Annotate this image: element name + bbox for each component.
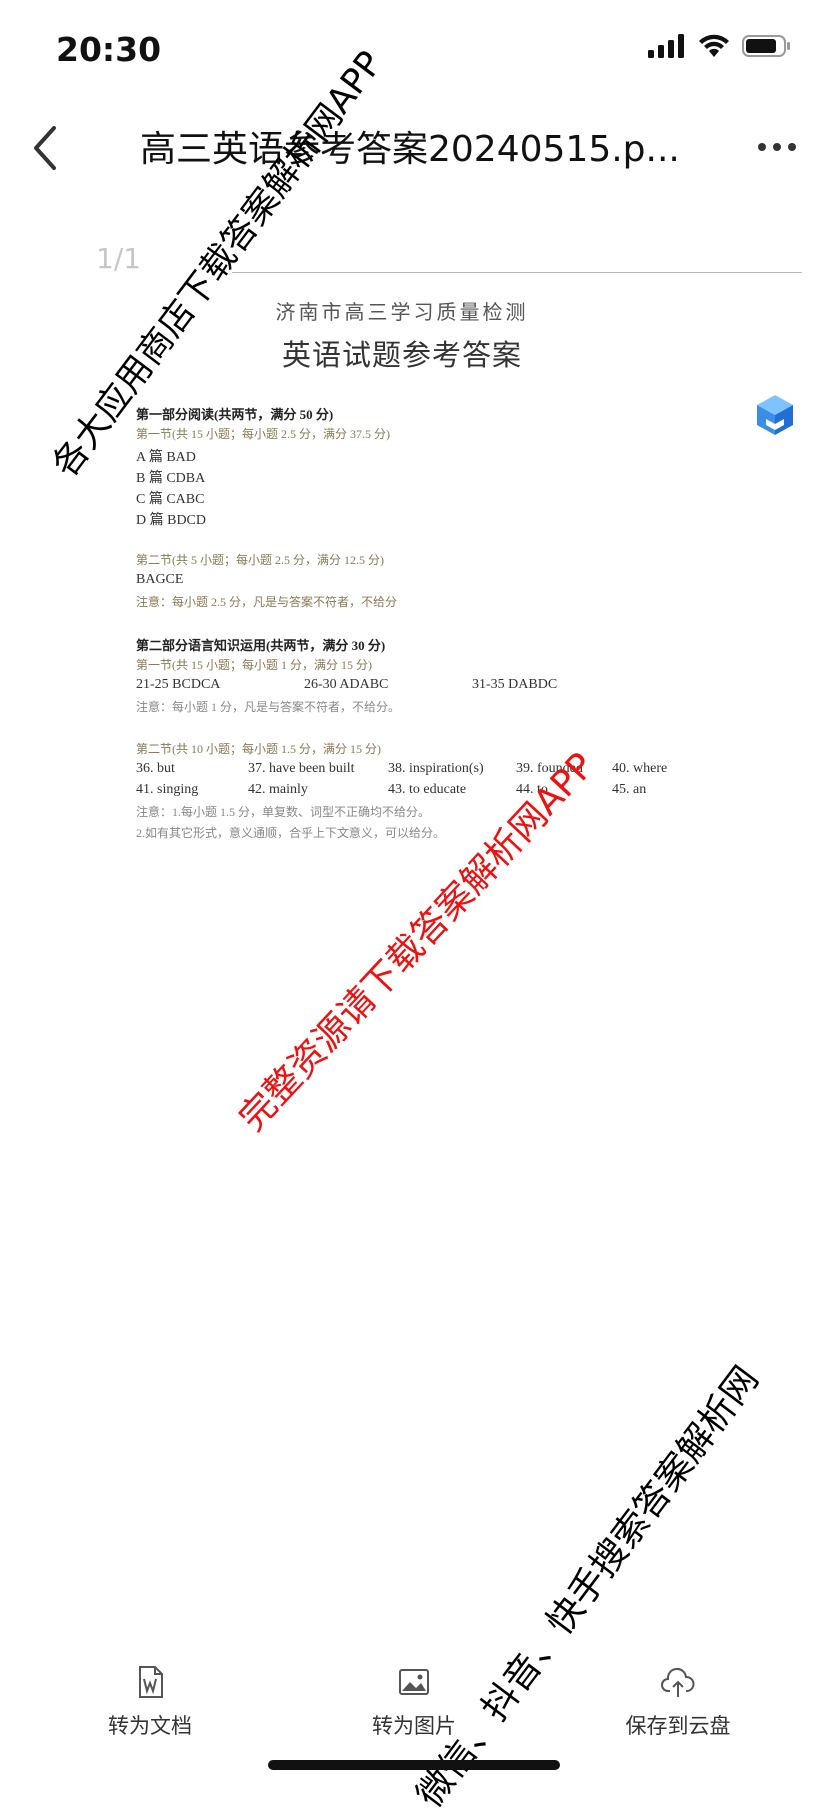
home-indicator[interactable] <box>268 1760 560 1770</box>
answer-line: D 篇 BDCD <box>136 513 207 528</box>
page-indicator: 1/1 <box>96 242 142 275</box>
part1-section2-note: 注意：每小题 2.5 分，凡是与答案不符者，不给分 <box>136 595 398 609</box>
answer-item: 38. inspiration(s) <box>388 761 484 776</box>
convert-to-document-label: 转为文档 <box>108 1714 192 1738</box>
answer-item: 40. where <box>612 761 668 776</box>
word-doc-icon <box>139 1666 163 1698</box>
answer-group: 26-30 ADABC <box>304 677 389 692</box>
status-time: 20:30 <box>56 30 162 69</box>
part2-section2: 第二节(共 10 小题；每小题 1.5 分，满分 15 分) <box>136 742 381 756</box>
save-to-cloud-label: 保存到云盘 <box>625 1714 731 1738</box>
answer-line: C 篇 CABC <box>136 492 205 507</box>
answer-group: 21-25 BCDCA <box>136 677 221 692</box>
save-to-cloud-button[interactable]: 保存到云盘 <box>588 1664 768 1740</box>
part2-note2: 2.如有其它形式，意义通顺，合乎上下文意义，可以给分。 <box>136 826 446 840</box>
back-arrow-icon[interactable] <box>26 118 66 178</box>
part1-heading: 第一部分阅读(共两节，满分 50 分) <box>136 407 334 422</box>
convert-to-image-button[interactable]: 转为图片 <box>324 1664 504 1740</box>
document-page[interactable]: 济南市高三学习质量检测 英语试题参考答案 第一部分阅读(共两节，满分 50 分)… <box>112 272 802 1552</box>
convert-to-image-label: 转为图片 <box>372 1714 456 1738</box>
wifi-icon <box>699 34 729 57</box>
answer-item: 43. to educate <box>388 782 467 797</box>
convert-to-document-button[interactable]: 转为文档 <box>60 1664 240 1740</box>
part2-section1: 第一节(共 15 小题；每小题 1 分，满分 15 分) <box>136 658 372 672</box>
part1-section2-answer: BAGCE <box>136 572 184 587</box>
answer-group: 31-35 DABDC <box>472 677 558 692</box>
more-options-icon[interactable] <box>752 122 802 172</box>
part1-section1: 第一节(共 15 小题；每小题 2.5 分，满分 37.5 分) <box>136 427 390 441</box>
battery-icon <box>742 35 790 57</box>
page-divider <box>232 272 802 273</box>
document-title: 高三英语参考答案20240515.p... <box>140 129 680 170</box>
part1-section2: 第二节(共 5 小题；每小题 2.5 分，满分 12.5 分) <box>136 553 384 567</box>
answer-item: 36. but <box>136 761 175 776</box>
part2-section1-note: 注意：每小题 1 分，凡是与答案不符者，不给分。 <box>136 700 401 714</box>
answer-line: B 篇 CDBA <box>136 471 206 486</box>
status-bar: 20:30 <box>0 0 828 100</box>
part2-note1: 注意：1.每小题 1.5 分，单复数、词型不正确均不给分。 <box>136 805 431 819</box>
part2-heading: 第二部分语言知识运用(共两节，满分 30 分) <box>136 638 386 653</box>
cloud-upload-icon <box>661 1668 695 1697</box>
doc-title: 英语试题参考答案 <box>281 338 522 372</box>
status-icons <box>648 34 792 58</box>
image-icon <box>399 1669 429 1695</box>
bottom-toolbar: 转为文档 转为图片 保存到云盘 <box>0 1642 828 1762</box>
cellular-signal-icon <box>648 34 684 58</box>
cube-assistant-icon[interactable] <box>752 392 798 438</box>
answer-item: 42. mainly <box>248 782 308 797</box>
answer-item: 41. singing <box>136 782 199 797</box>
answer-line: A 篇 BAD <box>136 450 196 465</box>
answer-item: 45. an <box>612 782 647 797</box>
navigation-bar: 高三英语参考答案20240515.p... <box>0 100 828 200</box>
answer-item: 37. have been built <box>248 761 355 776</box>
